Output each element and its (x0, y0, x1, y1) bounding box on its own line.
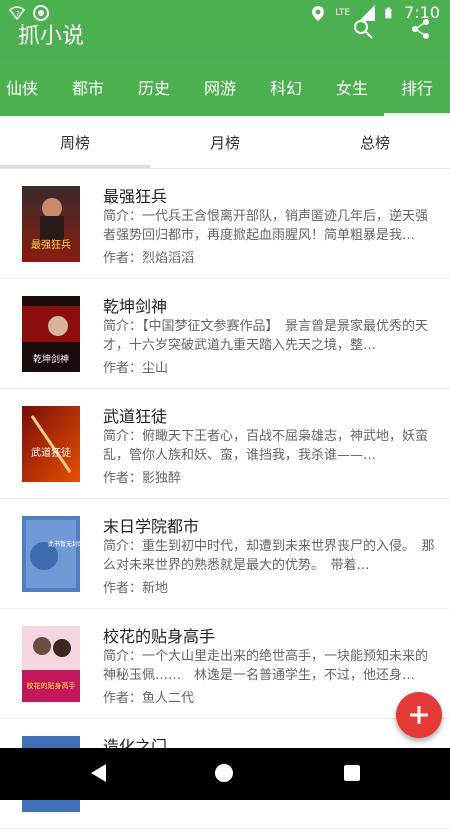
book-cover: 乾坤剑神 (22, 296, 80, 372)
svg-text:?: ? (16, 10, 20, 18)
svg-text:此书暂无封面: 此书暂无封面 (48, 540, 80, 548)
book-cover: 此书暂无封面 (22, 516, 80, 592)
book-description: 简介：重生到初中时代，却遭到未来世界丧尸的入侵。 那么对未来世界的熟悉就是最大的… (103, 539, 435, 573)
network-label: LTE (335, 7, 351, 18)
search-icon[interactable] (352, 18, 374, 40)
tab-nvsheng[interactable]: 女生 (336, 75, 368, 99)
book-list: 最强狂兵 最强狂兵 简介：一代兵王含恨离开部队，销声匿迹几年后，逆天强者强势回归… (0, 169, 450, 829)
book-description: 简介：【中国梦征文参赛作品】 景言曾是景家最优秀的天才，十六岁突破武道九重天踏入… (103, 319, 429, 353)
subtab-monthly[interactable]: 月榜 (210, 132, 240, 153)
book-description: 简介：俯瞰天下王者心，百战不屈枭雄志，神武地，妖蛮乱，管你人族和妖、蛮，谁挡我，… (103, 429, 429, 463)
book-title: 校花的贴身高手 (103, 627, 216, 646)
book-title: 乾坤剑神 (103, 297, 168, 316)
book-cover: 校花的贴身高手 (22, 626, 80, 702)
svg-text:武道狂徒: 武道狂徒 (31, 446, 71, 459)
book-title: 末日学院都市 (103, 517, 200, 536)
list-item[interactable]: 此书暂无封面 末日学院都市 简介：重生到初中时代，却遭到未来世界丧尸的入侵。 那… (0, 499, 450, 609)
location-icon (312, 5, 325, 21)
app-title: 抓小说 (18, 24, 85, 49)
share-icon[interactable] (410, 18, 432, 40)
subtab-weekly[interactable]: 周榜 (60, 132, 90, 153)
book-cover: 最强狂兵 (22, 186, 80, 262)
book-author: 作者：鱼人二代 (103, 691, 195, 706)
back-icon[interactable] (88, 762, 110, 784)
list-item[interactable]: 武道狂徒 武道狂徒 简介：俯瞰天下王者心，百战不屈枭雄志，神武地，妖蛮乱，管你人… (0, 389, 450, 499)
system-nav-bar (0, 748, 450, 800)
subtab-total[interactable]: 总榜 (360, 132, 390, 153)
app-bar: 抓小说 (0, 19, 450, 58)
subtab-indicator (0, 165, 150, 168)
tab-xianxia[interactable]: 仙侠 (6, 75, 38, 99)
svg-text:最强狂兵: 最强狂兵 (31, 238, 71, 251)
home-icon[interactable] (213, 762, 235, 784)
category-tabs: 仙侠 都市 历史 网游 科幻 女生 排行 (0, 58, 450, 116)
add-icon (410, 706, 428, 724)
list-item[interactable]: 乾坤剑神 乾坤剑神 简介：【中国梦征文参赛作品】 景言曾是景家最优秀的天才，十六… (0, 279, 450, 389)
book-cover: 武道狂徒 (22, 406, 80, 482)
add-fab-button[interactable] (396, 692, 442, 738)
tab-lishi[interactable]: 历史 (138, 75, 170, 99)
ranking-subtabs: 周榜 月榜 总榜 (0, 116, 450, 169)
book-author: 作者：尘山 (103, 361, 169, 376)
book-author: 作者：烈焰滔滔 (103, 251, 195, 266)
book-description: 简介：一代兵王含恨离开部队，销声匿迹几年后，逆天强者强势回归都市，再度掀起血雨腥… (103, 209, 429, 243)
list-item[interactable]: 最强狂兵 最强狂兵 简介：一代兵王含恨离开部队，销声匿迹几年后，逆天强者强势回归… (0, 169, 450, 279)
svg-text:校花的贴身高手: 校花的贴身高手 (27, 681, 76, 690)
tab-dushi[interactable]: 都市 (72, 75, 104, 99)
list-item[interactable]: 校花的贴身高手 校花的贴身高手 简介：一个大山里走出来的绝世高手，一块能预知未来… (0, 609, 450, 719)
book-title: 最强狂兵 (103, 187, 168, 206)
recents-icon[interactable] (341, 762, 363, 784)
book-description: 简介：一个大山里走出来的绝世高手，一块能预知未来的神秘玉佩…… 林逸是一名普通学… (103, 649, 429, 683)
svg-text:乾坤剑神: 乾坤剑神 (33, 353, 69, 365)
tab-wangyou[interactable]: 网游 (204, 75, 236, 99)
tab-kehuan[interactable]: 科幻 (270, 75, 302, 99)
book-author: 作者：影独醉 (103, 471, 182, 486)
book-author: 作者：新地 (103, 581, 169, 596)
tab-paihang[interactable]: 排行 (401, 75, 433, 99)
book-title: 武道狂徒 (103, 407, 168, 426)
